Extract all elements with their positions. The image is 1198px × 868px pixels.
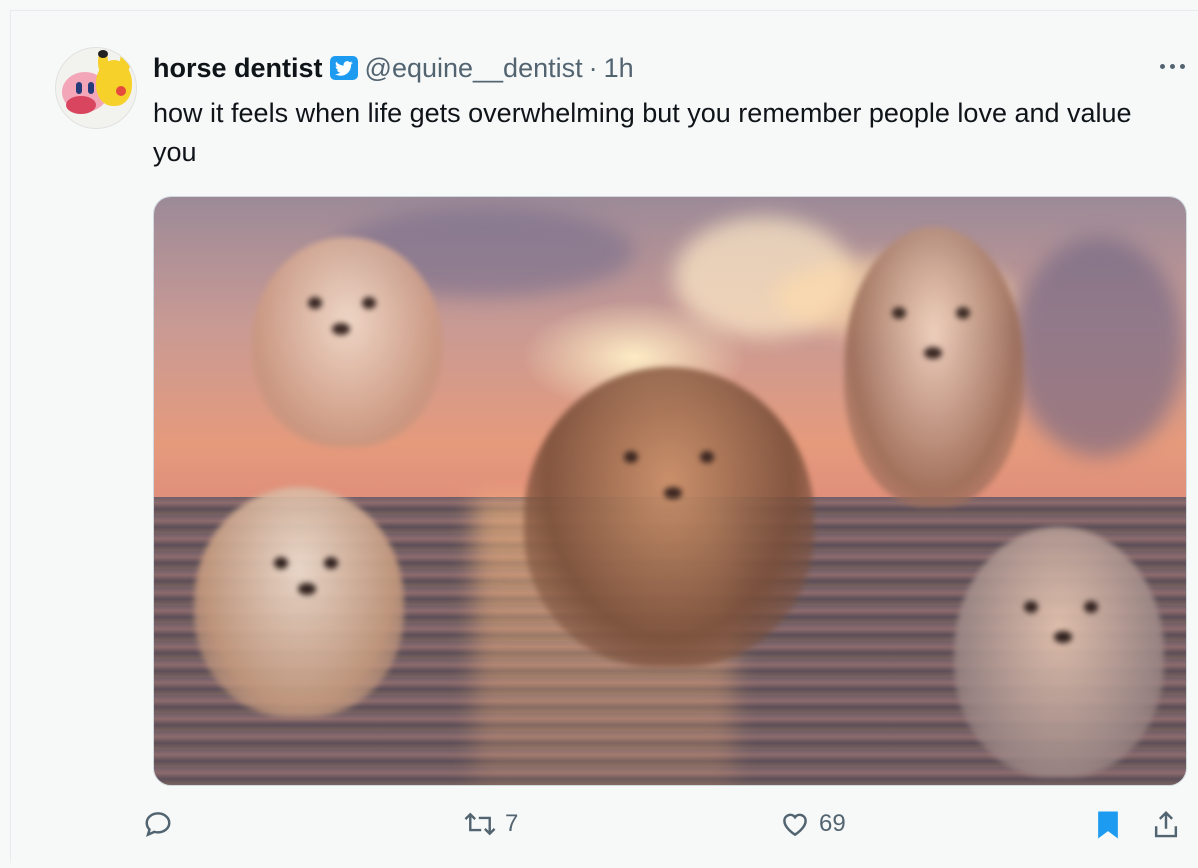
more-icon[interactable]	[1160, 51, 1185, 81]
dot-separator: ·	[588, 52, 598, 83]
retweet-count: 7	[505, 810, 519, 837]
dog-top-right	[844, 227, 1024, 507]
dog-top-left	[252, 237, 442, 447]
dog-bottom-left	[194, 487, 404, 717]
share-icon	[1154, 810, 1178, 838]
dog-center	[524, 367, 814, 667]
reply-icon	[145, 812, 171, 837]
tweet-timestamp[interactable]: 1h	[604, 53, 634, 84]
pikachu-avatar-figure	[96, 50, 132, 106]
author-name[interactable]: horse dentist	[153, 53, 323, 84]
author-handle[interactable]: @equine__dentist	[365, 53, 583, 84]
retweet-button[interactable]: 7	[463, 809, 518, 839]
tweet-card[interactable]: horse dentist @equine__dentist · 1h how …	[10, 10, 1198, 863]
dog-bottom-right	[954, 527, 1164, 777]
tweet-image[interactable]	[153, 196, 1187, 786]
like-count: 69	[819, 810, 846, 837]
tweet-header: horse dentist @equine__dentist · 1h	[153, 51, 634, 85]
avatar[interactable]	[55, 47, 137, 129]
bookmark-button[interactable]	[1093, 809, 1123, 841]
verified-icon[interactable]	[329, 56, 358, 80]
kirby-foot	[66, 96, 96, 114]
like-button[interactable]: 69	[779, 809, 846, 839]
retweet-icon	[464, 812, 496, 836]
like-icon	[783, 813, 807, 837]
reply-button[interactable]	[143, 809, 173, 839]
tweet-text: how it feels when life gets overwhelming…	[153, 98, 1132, 167]
action-bar: 7 69	[11, 809, 1198, 859]
share-button[interactable]	[1151, 809, 1181, 841]
bookmark-icon	[1098, 811, 1118, 839]
